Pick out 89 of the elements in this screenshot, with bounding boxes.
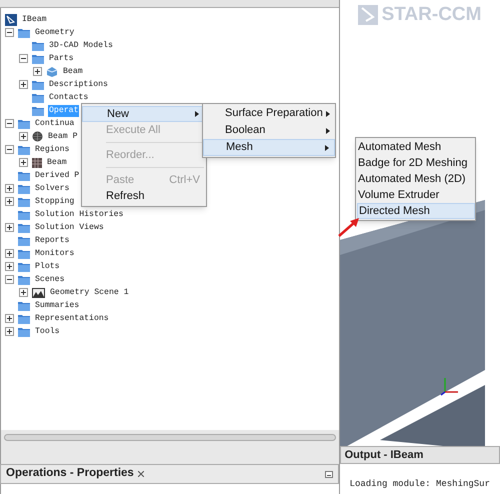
folder-icon <box>18 28 30 38</box>
folder-icon <box>18 236 30 246</box>
tree-item[interactable]: Scenes <box>34 274 66 286</box>
menu-item[interactable]: Automated Mesh <box>357 139 475 155</box>
submenu-arrow-icon <box>195 111 199 117</box>
tree-item[interactable]: Solvers <box>34 182 70 194</box>
tree-item[interactable]: Regions <box>34 144 70 156</box>
output-line: Loading module: MeshingSur <box>350 479 490 489</box>
submenu-arrow-icon <box>326 110 330 116</box>
expand-icon[interactable] <box>19 80 28 89</box>
logo-text: STAR-CCM <box>382 3 482 27</box>
tree-item[interactable]: Solution Histories <box>34 208 124 220</box>
menu-item[interactable]: Refresh <box>82 188 206 204</box>
tree-item[interactable]: Geometry <box>34 26 76 38</box>
folder-icon <box>18 300 30 310</box>
menu-item[interactable]: Badge for 2D Meshing <box>357 155 475 171</box>
region-icon <box>32 158 42 168</box>
folder-icon <box>32 54 44 64</box>
expand-icon[interactable] <box>33 67 42 76</box>
expand-icon[interactable] <box>5 197 14 206</box>
tree-item[interactable]: Representations <box>34 312 110 324</box>
expand-icon[interactable] <box>19 132 28 141</box>
collapse-icon[interactable] <box>5 28 14 37</box>
folder-icon <box>18 248 30 258</box>
scene-icon <box>32 288 45 298</box>
folder-icon <box>18 314 30 324</box>
tree-item[interactable]: IBeam <box>21 14 48 26</box>
collapse-icon[interactable] <box>5 145 14 154</box>
folder-icon <box>18 170 30 180</box>
collapse-icon[interactable] <box>5 119 14 128</box>
folder-icon <box>18 274 30 284</box>
tree-item[interactable]: Parts <box>48 52 75 64</box>
expand-icon[interactable] <box>5 223 14 232</box>
tree-item[interactable]: Stopping <box>34 196 76 208</box>
tree-item[interactable]: Beam P <box>47 130 78 142</box>
tree-item[interactable]: Tools <box>34 326 61 338</box>
folder-icon <box>32 40 44 50</box>
expand-icon[interactable] <box>5 327 14 336</box>
tree-item[interactable]: Solution Views <box>34 222 105 234</box>
expand-icon[interactable] <box>5 262 14 271</box>
tree-item[interactable]: Beam <box>46 156 68 168</box>
tree-item[interactable]: Contacts <box>48 92 90 104</box>
folder-icon <box>18 118 30 128</box>
close-icon[interactable] <box>138 471 144 477</box>
tree-item[interactable]: Summaries <box>34 300 80 312</box>
tree-item[interactable]: Plots <box>34 260 61 272</box>
expand-icon[interactable] <box>19 158 28 167</box>
folder-icon <box>18 210 30 220</box>
folder-icon <box>18 326 30 336</box>
collapse-icon[interactable] <box>19 54 28 63</box>
folder-icon <box>32 92 44 102</box>
simulation-icon <box>5 14 17 26</box>
axis-triad-icon <box>440 376 460 396</box>
expand-icon[interactable] <box>5 184 14 193</box>
menu-item[interactable]: Volume Extruder <box>357 187 475 203</box>
sphere-icon <box>32 131 43 142</box>
minimize-icon[interactable] <box>324 470 333 478</box>
expand-icon[interactable] <box>5 314 14 323</box>
collapse-icon[interactable] <box>5 275 14 284</box>
tree-item[interactable]: Reports <box>34 234 70 246</box>
submenu-arrow-icon <box>326 128 330 134</box>
tree-item[interactable]: Continua <box>34 118 76 130</box>
folder-icon <box>32 106 44 116</box>
folder-icon <box>18 184 30 194</box>
logo-icon <box>358 5 378 26</box>
panel-title[interactable]: Output - IBeam <box>344 446 424 464</box>
menu-item[interactable]: Automated Mesh (2D) <box>357 171 475 187</box>
menu-item[interactable]: Surface Preparation <box>203 105 335 122</box>
folder-icon <box>18 222 30 232</box>
tree-item[interactable]: 3D-CAD Models <box>48 40 114 52</box>
menu-item[interactable]: Boolean <box>203 122 335 139</box>
menu-item[interactable]: Directed Mesh <box>357 203 475 219</box>
horizontal-scrollbar[interactable] <box>4 434 336 441</box>
pointer-arrow <box>337 216 361 238</box>
submenu-arrow-icon <box>325 144 329 150</box>
folder-icon <box>18 196 30 206</box>
expand-icon[interactable] <box>19 288 28 297</box>
tree-item[interactable]: Beam <box>62 66 84 78</box>
panel-title[interactable]: Operations - Properties <box>6 465 134 483</box>
tree-item[interactable]: Geometry Scene 1 <box>49 286 130 298</box>
part-icon <box>46 66 58 78</box>
expand-icon[interactable] <box>5 249 14 258</box>
tree-item[interactable]: Monitors <box>34 248 76 260</box>
folder-icon <box>18 144 30 154</box>
menu-item[interactable]: Mesh <box>203 139 335 156</box>
tree-item[interactable]: Derived P <box>34 170 80 182</box>
folder-icon <box>18 262 30 272</box>
tree-item[interactable]: Descriptions <box>48 78 109 90</box>
folder-icon <box>32 80 44 90</box>
